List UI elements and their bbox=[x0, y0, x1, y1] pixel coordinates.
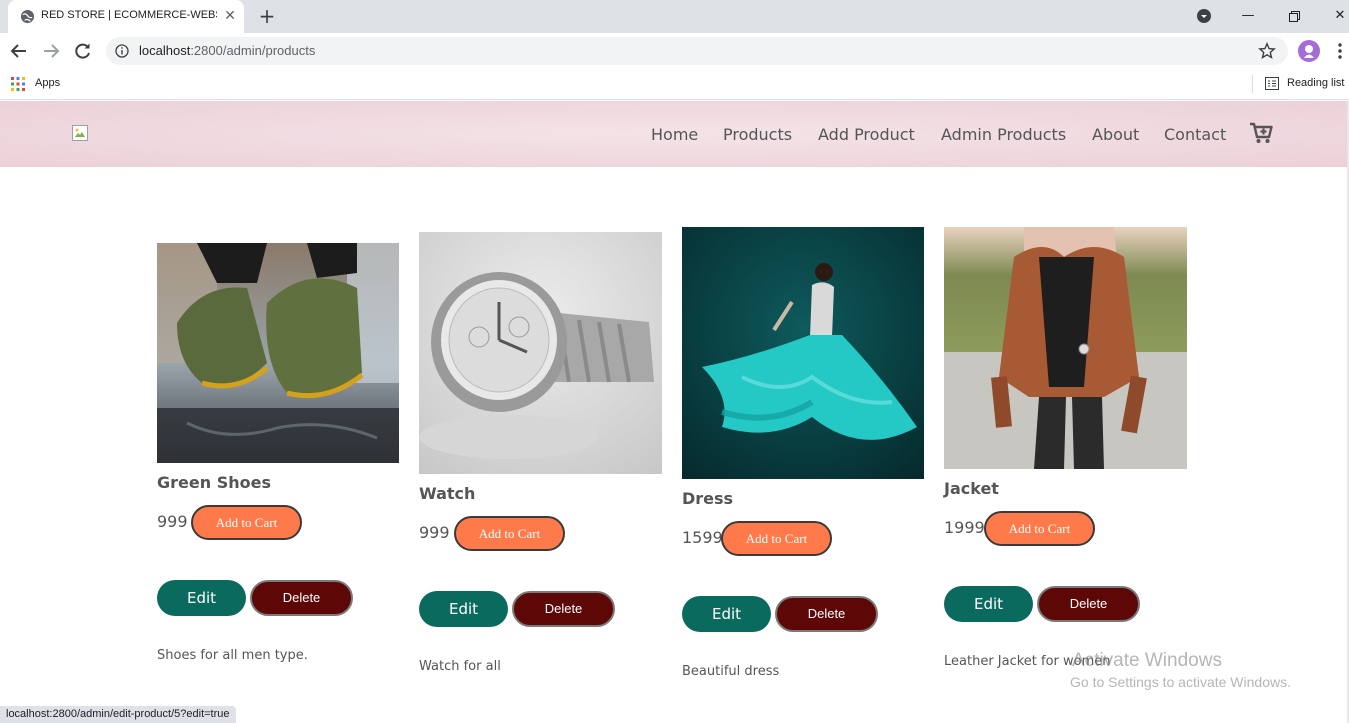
tab-title: RED STORE | ECOMMERCE-WEBS bbox=[41, 9, 217, 21]
apps-bookmark[interactable]: Apps bbox=[35, 77, 60, 89]
tab-search-dropdown-icon[interactable] bbox=[1196, 8, 1212, 24]
nav-add-product[interactable]: Add Product bbox=[818, 125, 915, 144]
nav-products[interactable]: Products bbox=[723, 125, 792, 144]
delete-button[interactable]: Delete bbox=[1037, 586, 1140, 622]
activation-subtitle: Go to Settings to activate Windows. bbox=[1070, 674, 1291, 690]
reading-list-button[interactable]: Reading list bbox=[1287, 77, 1344, 89]
url-host: localhost bbox=[139, 43, 191, 58]
url-text: localhost:2800/admin/products bbox=[139, 43, 315, 58]
add-to-cart-button[interactable]: Add to Cart bbox=[984, 511, 1095, 546]
url-path: :2800/admin/products bbox=[190, 43, 316, 58]
browser-menu-icon[interactable] bbox=[1333, 41, 1347, 61]
nav-home[interactable]: Home bbox=[651, 125, 698, 144]
add-to-cart-button[interactable]: Add to Cart bbox=[191, 505, 302, 540]
nav-contact[interactable]: Contact bbox=[1164, 125, 1226, 144]
edit-button[interactable]: Edit bbox=[157, 580, 246, 616]
edit-button[interactable]: Edit bbox=[944, 586, 1033, 622]
broken-logo-image-icon[interactable] bbox=[72, 125, 88, 141]
reload-icon[interactable] bbox=[72, 40, 94, 62]
product-image-jacket[interactable] bbox=[944, 227, 1187, 469]
delete-button[interactable]: Delete bbox=[512, 591, 615, 627]
product-title: Jacket bbox=[944, 479, 999, 498]
site-header: Home Products Add Product Admin Products… bbox=[0, 101, 1349, 167]
browser-tab-active[interactable]: RED STORE | ECOMMERCE-WEBS ✕ bbox=[8, 0, 244, 33]
product-price: 999 bbox=[419, 523, 450, 542]
edit-button[interactable]: Edit bbox=[682, 596, 771, 632]
web-page: Home Products Add Product Admin Products… bbox=[0, 101, 1349, 723]
minimize-icon[interactable]: — bbox=[1236, 5, 1260, 27]
product-title: Watch bbox=[419, 484, 476, 503]
close-window-icon[interactable]: ✕ bbox=[1328, 5, 1349, 27]
product-description: Watch for all bbox=[419, 659, 501, 674]
bookmark-star-icon[interactable] bbox=[1258, 42, 1276, 60]
browser-toolbar: localhost:2800/admin/products bbox=[0, 33, 1349, 69]
bookmarks-divider bbox=[1252, 75, 1253, 93]
nav-admin-products[interactable]: Admin Products bbox=[941, 125, 1066, 144]
product-image-watch[interactable] bbox=[419, 232, 662, 474]
delete-button[interactable]: Delete bbox=[250, 580, 353, 616]
edit-button[interactable]: Edit bbox=[419, 591, 508, 627]
bookmarks-bar: Apps Reading list bbox=[0, 69, 1349, 100]
product-title: Dress bbox=[682, 489, 734, 508]
restore-icon[interactable] bbox=[1282, 5, 1306, 27]
cart-plus-icon[interactable] bbox=[1249, 122, 1273, 144]
delete-button[interactable]: Delete bbox=[775, 596, 878, 632]
reading-list-icon[interactable] bbox=[1265, 77, 1279, 90]
product-title: Green Shoes bbox=[157, 473, 271, 492]
product-price: 999 bbox=[157, 512, 188, 531]
site-info-icon[interactable] bbox=[115, 44, 129, 58]
windows-activation-watermark: Activate Windows Go to Settings to activ… bbox=[1070, 650, 1291, 690]
nav-about[interactable]: About bbox=[1092, 125, 1139, 144]
forward-arrow-icon[interactable] bbox=[40, 40, 62, 62]
profile-avatar[interactable] bbox=[1298, 40, 1320, 62]
apps-grid-icon[interactable] bbox=[11, 77, 25, 91]
product-description: Shoes for all men type. bbox=[157, 648, 308, 663]
link-status-bar: localhost:2800/admin/edit-product/5?edit… bbox=[0, 706, 236, 723]
new-tab-plus-icon[interactable]: + bbox=[257, 6, 277, 26]
product-image-green-shoes[interactable] bbox=[157, 243, 399, 463]
add-to-cart-button[interactable]: Add to Cart bbox=[454, 516, 565, 551]
product-description: Beautiful dress bbox=[682, 664, 780, 679]
address-bar[interactable]: localhost:2800/admin/products bbox=[106, 37, 1288, 65]
add-to-cart-button[interactable]: Add to Cart bbox=[721, 521, 832, 556]
activation-title: Activate Windows bbox=[1072, 650, 1222, 671]
tab-close-icon[interactable]: ✕ bbox=[222, 8, 238, 24]
product-image-dress[interactable] bbox=[682, 227, 924, 479]
product-price: 1999 bbox=[944, 518, 985, 537]
back-arrow-icon[interactable] bbox=[8, 40, 30, 62]
globe-icon bbox=[20, 9, 35, 24]
browser-tab-strip: RED STORE | ECOMMERCE-WEBS ✕ + — ✕ bbox=[0, 0, 1349, 33]
product-price: 1599 bbox=[682, 528, 723, 547]
